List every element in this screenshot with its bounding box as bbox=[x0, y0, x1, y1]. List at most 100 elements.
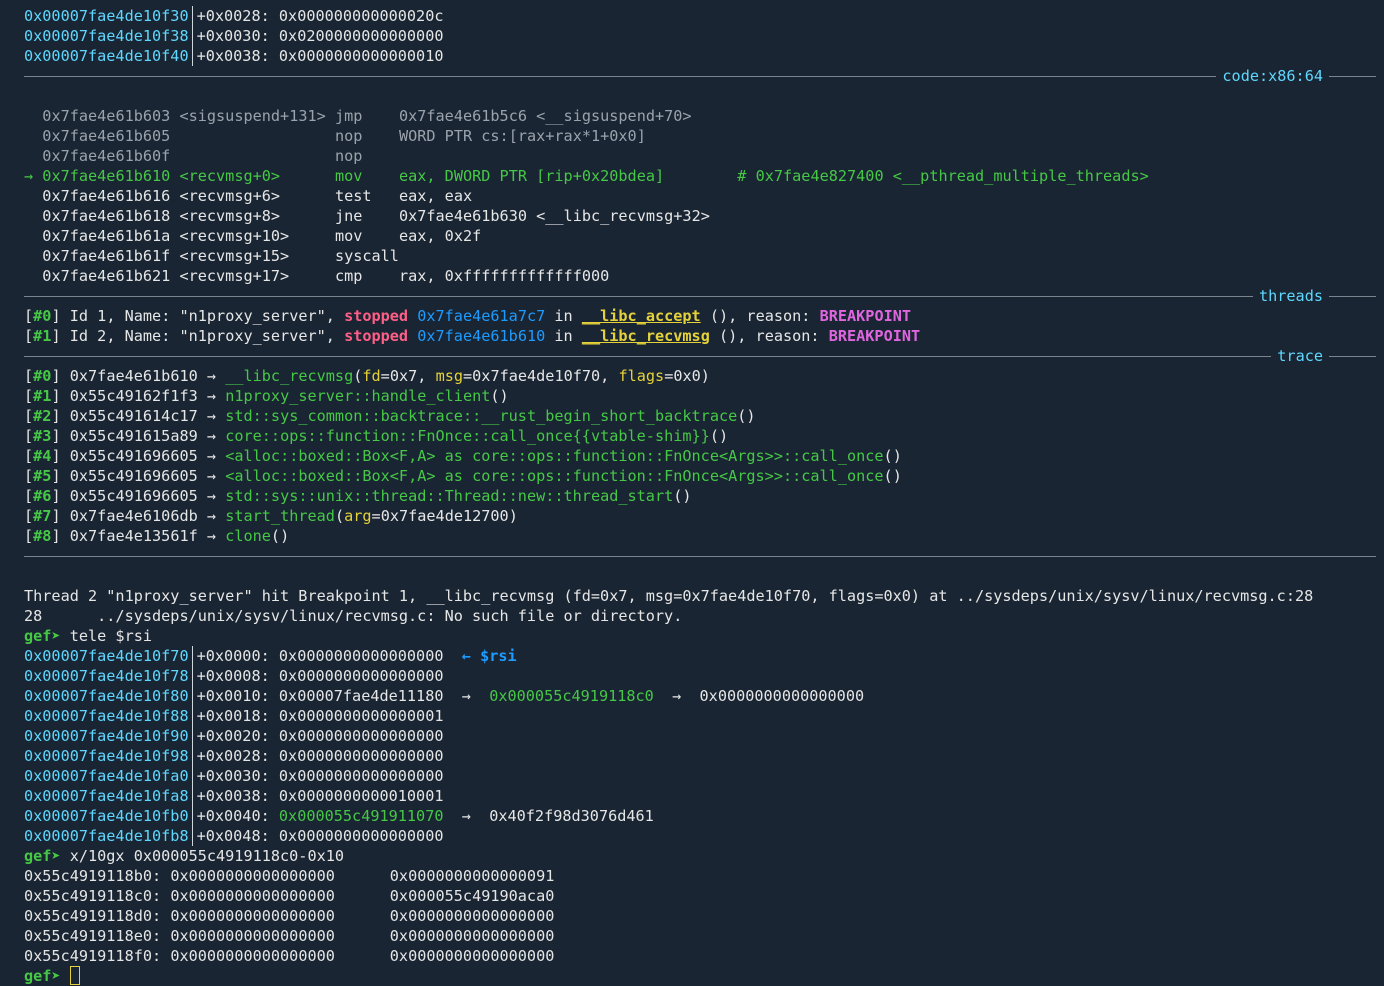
arg-value: 0x7fae4de10f70 bbox=[472, 367, 601, 385]
tele-separator bbox=[191, 826, 193, 846]
tele-offset: +0x0000: bbox=[196, 647, 270, 665]
command-text: x/10gx 0x000055c4919118c0-0x10 bbox=[69, 847, 345, 865]
code-line: 0x7fae4e61b61a <recvmsg+10> mov eax, 0x2… bbox=[24, 226, 1376, 246]
tele-value: 0x0000000000000000 bbox=[278, 747, 444, 765]
current-marker bbox=[24, 207, 42, 225]
text-cursor[interactable] bbox=[69, 966, 80, 985]
thread-row[interactable]: [#0] Id 1, Name: "n1proxy_server", stopp… bbox=[24, 306, 1376, 326]
trace-frame[interactable]: [#8] 0x7fae4e13561f → clone() bbox=[24, 526, 1376, 546]
instruction-symbol: <recvmsg+17> bbox=[179, 267, 326, 285]
instruction-mnemonic: mov bbox=[334, 227, 390, 245]
frame-function: __libc_recvmsg bbox=[225, 367, 354, 385]
section-title-code: code:x86:64 bbox=[1216, 66, 1329, 86]
arrow-icon: → bbox=[197, 407, 226, 425]
frame-index: #2 bbox=[33, 407, 52, 425]
thread-reason: BREAKPOINT bbox=[828, 327, 921, 345]
arrow-icon: → bbox=[197, 387, 226, 405]
tele-offset: +0x0008: bbox=[196, 667, 270, 685]
tele-row: 0x00007fae4de10f40 +0x0038: 0x00000000000… bbox=[24, 46, 1376, 66]
tele-value: 0x0000000000000000 bbox=[278, 827, 444, 845]
tele-offset: +0x0030: bbox=[196, 27, 270, 45]
instruction-symbol: <recvmsg+6> bbox=[179, 187, 326, 205]
code-line: 0x7fae4e61b621 <recvmsg+17> cmp rax, 0xf… bbox=[24, 266, 1376, 286]
trace-frame[interactable]: [#4] 0x55c491696605 → <alloc::boxed::Box… bbox=[24, 446, 1376, 466]
hex-qword: 0x0000000000000000 bbox=[389, 947, 555, 965]
tele-offset: +0x0030: bbox=[196, 767, 270, 785]
input-line[interactable]: gef➤ bbox=[24, 966, 1376, 986]
instruction-mnemonic: test bbox=[334, 187, 390, 205]
telescope-output: 0x00007fae4de10f70 +0x0000: 0x00000000000… bbox=[24, 646, 1376, 846]
hexdump-row: 0x55c4919118b0: 0x0000000000000000 0x000… bbox=[24, 866, 1376, 886]
gdb-terminal[interactable]: 0x00007fae4de10f30 +0x0028: 0x00000000000… bbox=[24, 6, 1376, 986]
thread-function: __libc_accept bbox=[581, 307, 701, 325]
thread-row[interactable]: [#1] Id 2, Name: "n1proxy_server", stopp… bbox=[24, 326, 1376, 346]
frame-index: #1 bbox=[33, 387, 52, 405]
tele-separator bbox=[191, 6, 193, 26]
instruction-mnemonic: nop bbox=[334, 147, 390, 165]
frame-address: 0x55c491615a89 bbox=[69, 427, 198, 445]
gef-prompt: gef➤ bbox=[24, 847, 70, 865]
tele-separator bbox=[191, 766, 193, 786]
current-marker: → bbox=[24, 167, 43, 185]
instruction-mnemonic: cmp bbox=[334, 267, 390, 285]
hex-address: 0x55c4919118c0: bbox=[24, 887, 162, 905]
backtrace-panel: [#0] 0x7fae4e61b610 → __libc_recvmsg(fd=… bbox=[24, 366, 1376, 546]
register-annotation: ← $rsi bbox=[443, 647, 517, 665]
instruction-address: 0x7fae4e61b60f bbox=[42, 147, 171, 165]
gef-prompt: gef➤ bbox=[24, 967, 70, 985]
arg-name: msg bbox=[435, 367, 463, 385]
trace-frame[interactable]: [#0] 0x7fae4e61b610 → __libc_recvmsg(fd=… bbox=[24, 366, 1376, 386]
instruction-symbol: <sigsuspend+131> bbox=[179, 107, 326, 125]
tele-row: 0x00007fae4de10fa0 +0x0030: 0x00000000000… bbox=[24, 766, 1376, 786]
tele-value: 0x000000000000020c bbox=[278, 7, 444, 25]
trace-frame[interactable]: [#3] 0x55c491615a89 → core::ops::functio… bbox=[24, 426, 1376, 446]
gef-prompt: gef➤ bbox=[24, 627, 70, 645]
hex-qword: 0x0000000000000091 bbox=[389, 867, 555, 885]
instruction-operands: 0x7fae4e61b630 <__libc_recvmsg+32> bbox=[398, 207, 710, 225]
hex-address: 0x55c4919118f0: bbox=[24, 947, 162, 965]
instruction-operands: eax, eax bbox=[398, 187, 473, 205]
frame-address: 0x7fae4e13561f bbox=[69, 527, 198, 545]
arg-name: flags bbox=[618, 367, 665, 385]
hex-address: 0x55c4919118e0: bbox=[24, 927, 162, 945]
current-marker bbox=[24, 187, 42, 205]
tele-offset: +0x0040: bbox=[196, 807, 270, 825]
trace-frame[interactable]: [#6] 0x55c491696605 → std::sys::unix::th… bbox=[24, 486, 1376, 506]
hex-address: 0x55c4919118b0: bbox=[24, 867, 162, 885]
tele-separator bbox=[191, 706, 193, 726]
thread-reason-label: (), reason: bbox=[709, 327, 829, 345]
tele-value: 0x0000000000000000 bbox=[278, 647, 444, 665]
tele-offset: +0x0048: bbox=[196, 827, 270, 845]
frame-function: <alloc::boxed::Box<F,A> as core::ops::fu… bbox=[225, 467, 884, 485]
frame-address: 0x7fae4e6106db bbox=[69, 507, 198, 525]
tele-separator bbox=[191, 666, 193, 686]
tele-offset: +0x0038: bbox=[196, 47, 270, 65]
trace-frame[interactable]: [#2] 0x55c491614c17 → std::sys_common::b… bbox=[24, 406, 1376, 426]
instruction-symbol: <recvmsg+8> bbox=[179, 207, 326, 225]
tele-address: 0x00007fae4de10f98 bbox=[24, 747, 189, 765]
instruction-address: 0x7fae4e61b621 bbox=[42, 267, 171, 285]
current-marker bbox=[24, 247, 42, 265]
instruction-mnemonic: jne bbox=[334, 207, 390, 225]
tele-row: 0x00007fae4de10f98 +0x0028: 0x00000000000… bbox=[24, 746, 1376, 766]
instruction-symbol bbox=[179, 147, 325, 165]
trace-frame[interactable]: [#5] 0x55c491696605 → <alloc::boxed::Box… bbox=[24, 466, 1376, 486]
chain-tail: → 0x40f2f98d3076d461 bbox=[443, 807, 654, 825]
current-marker bbox=[24, 127, 42, 145]
section-title-trace: trace bbox=[1271, 346, 1329, 366]
tele-row: 0x00007fae4de10f88 +0x0018: 0x00000000000… bbox=[24, 706, 1376, 726]
frame-function: <alloc::boxed::Box<F,A> as core::ops::fu… bbox=[225, 447, 884, 465]
arg-value: 0x0 bbox=[673, 367, 701, 385]
tele-value: 0x0000000000000010 bbox=[278, 47, 444, 65]
frame-address: 0x7fae4e61b610 bbox=[69, 367, 198, 385]
arg-name: fd bbox=[362, 367, 381, 385]
arg-value: 0x7 bbox=[389, 367, 418, 385]
frame-index: #8 bbox=[33, 527, 52, 545]
tele-value: 0x0000000000000000 bbox=[278, 727, 444, 745]
trace-frame[interactable]: [#1] 0x55c49162f1f3 → n1proxy_server::ha… bbox=[24, 386, 1376, 406]
hex-qword: 0x0000000000000000 bbox=[170, 907, 335, 925]
thread-in: in bbox=[545, 307, 582, 325]
trace-frame[interactable]: [#7] 0x7fae4e6106db → start_thread(arg=0… bbox=[24, 506, 1376, 526]
tele-address: 0x00007fae4de10f40 bbox=[24, 47, 189, 65]
tele-separator bbox=[191, 686, 193, 706]
